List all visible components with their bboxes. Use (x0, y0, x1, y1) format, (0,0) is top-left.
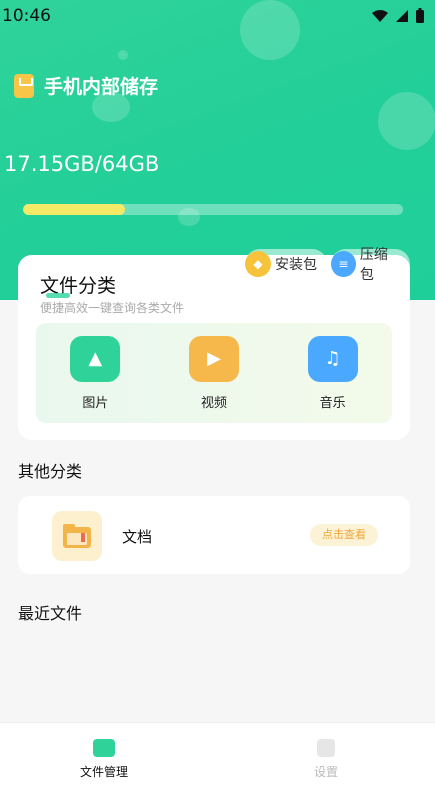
nav-settings[interactable]: 设置 (286, 739, 366, 780)
image-icon: ▲ (70, 335, 121, 382)
tile-music[interactable]: ♫ 音乐 (288, 335, 378, 411)
signal-icon (396, 10, 408, 22)
sd-card-icon (14, 73, 34, 98)
storage-title-text: 手机内部储存 (44, 76, 159, 98)
wifi-icon (372, 10, 388, 22)
status-bar: 10:46 (0, 0, 435, 32)
storage-progress-fill (23, 204, 125, 215)
package-icon: ◆ (245, 251, 271, 277)
other-categories-title: 其他分类 (18, 462, 83, 481)
document-card[interactable]: 文档 点击查看 (18, 496, 410, 574)
storage-amount: 17.15GB/64GB (4, 152, 160, 176)
category-subtitle: 便捷高效一键查询各类文件 (40, 301, 185, 315)
chip-package-label: 安装包 (275, 257, 317, 273)
tile-images[interactable]: ▲ 图片 (50, 335, 140, 411)
storage-progress-bar (23, 204, 403, 215)
category-tiles: ▲ 图片 ▶ 视频 ♫ 音乐 (36, 323, 392, 423)
title-underline (46, 293, 70, 298)
tile-music-label: 音乐 (319, 395, 346, 411)
chip-zip-label: 压缩包 (359, 247, 388, 283)
tile-video[interactable]: ▶ 视频 (169, 335, 259, 411)
nav-file-manager[interactable]: 文件管理 (64, 739, 144, 780)
nav-file-manager-label: 文件管理 (79, 765, 128, 779)
decor-bubble (118, 50, 128, 60)
battery-icon (416, 8, 424, 23)
chip-package[interactable]: ◆ 安装包 (245, 249, 327, 279)
music-icon: ♫ (307, 335, 358, 382)
file-category-card: 文件分类 便捷高效一键查询各类文件 ◆ 安装包 ≡ 压缩包 ▲ 图片 ▶ 视频 … (18, 247, 410, 440)
bottom-nav: 文件管理 设置 (0, 722, 435, 785)
status-time: 10:46 (2, 6, 51, 26)
tile-images-label: 图片 (82, 395, 109, 411)
category-title: 文件分类 (40, 271, 116, 298)
storage-title: 手机内部储存 (14, 72, 158, 99)
gear-icon (317, 739, 335, 757)
decor-bubble (378, 92, 435, 150)
video-icon: ▶ (188, 335, 239, 382)
zip-icon: ≡ (331, 251, 356, 277)
view-button[interactable]: 点击查看 (310, 524, 378, 546)
nav-settings-label: 设置 (313, 765, 338, 779)
folder-nav-icon (93, 739, 115, 757)
tile-video-label: 视频 (200, 395, 227, 411)
folder-icon (52, 511, 102, 561)
recent-files-title: 最近文件 (18, 604, 83, 623)
chip-zip[interactable]: ≡ 压缩包 (331, 247, 410, 283)
document-label: 文档 (122, 528, 153, 546)
